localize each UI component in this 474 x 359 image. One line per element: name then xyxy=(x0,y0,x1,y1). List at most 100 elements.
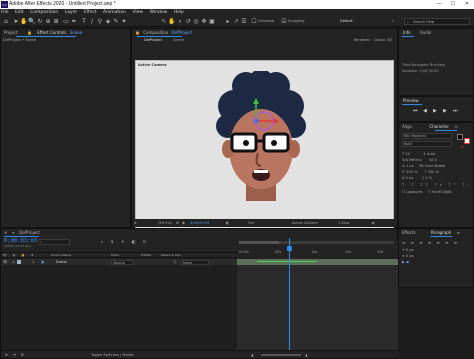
zoom-level[interactable]: (50.9%) xyxy=(158,219,172,227)
timeline-zoom-slider[interactable] xyxy=(261,354,301,356)
maximize-button[interactable]: ☐ xyxy=(446,0,460,9)
hand-tool-icon[interactable]: ✋ xyxy=(20,18,28,26)
rotate-tool-icon[interactable]: ↻ xyxy=(36,18,44,26)
time-ruler[interactable]: 0:00s 05s 10s 15s 20s xyxy=(237,238,398,258)
timeline-switch-icons[interactable]: ⌕ ↯ ✦ ◧ ⊡ xyxy=(101,239,149,244)
snapshot-icon[interactable]: ◧ xyxy=(226,219,229,227)
subtab-scene[interactable]: Scene xyxy=(173,38,184,42)
text-style-buttons[interactable]: T T TT Tt T¹ T₁ xyxy=(402,182,472,188)
hand-tool-icon-2[interactable]: ✋ xyxy=(168,18,176,26)
lock-icon-timeline[interactable]: ≡ xyxy=(12,230,15,235)
minimize-button[interactable]: — xyxy=(432,0,446,9)
magnifier-icon[interactable]: ⊕ xyxy=(134,219,137,227)
prev-frame-icon[interactable]: ◀ xyxy=(423,108,427,114)
puppet-tool-icon[interactable]: ✦ xyxy=(120,18,128,26)
workspace-menu-icon[interactable]: » xyxy=(392,19,394,23)
work-area-range[interactable] xyxy=(239,241,279,244)
expand-icon[interactable]: ⊞ xyxy=(21,351,24,359)
paragraph-direction-icons[interactable]: ▶ ◀ xyxy=(402,260,409,264)
indent-row[interactable]: ⇥ 0 px xyxy=(402,248,414,252)
type-tool-icon[interactable]: T xyxy=(80,18,88,26)
pointer-tool-icon[interactable]: ▸ xyxy=(224,18,232,26)
grab-tool-icon[interactable]: ☰ xyxy=(240,18,248,26)
pan-behind-tool-icon[interactable]: ⊞ xyxy=(52,18,60,26)
zoom-tool-icon-2[interactable]: ⌕ xyxy=(176,18,184,26)
zoom-in-icon[interactable]: ▲ xyxy=(305,351,308,359)
layer-label-color[interactable] xyxy=(17,260,21,264)
comp-flowchart-icon[interactable]: ⊕ xyxy=(5,351,8,359)
subtab-defproject[interactable]: DefProject xyxy=(144,38,162,42)
selection-tool-icon-2[interactable]: ↖ xyxy=(160,18,168,26)
menu-view[interactable]: View xyxy=(132,10,143,15)
roto-brush-tool-icon[interactable]: ✎ xyxy=(112,18,120,26)
camera-icon[interactable]: ◉ xyxy=(182,219,185,227)
last-frame-icon[interactable]: ⏭ xyxy=(453,108,458,114)
eraser-tool-icon[interactable]: ◈ xyxy=(104,18,112,26)
render-time-icon[interactable]: ◔ xyxy=(13,351,16,359)
panel-menu-icon[interactable]: ≡ xyxy=(454,124,457,129)
space-row[interactable]: ⇟ 0 px xyxy=(402,254,414,258)
resolution-dropdown[interactable]: Full xyxy=(248,219,254,227)
menu-help[interactable]: Help xyxy=(174,10,184,15)
cursor-tool-icon[interactable]: ↗ xyxy=(232,18,240,26)
layer-mode-dropdown[interactable]: Norma xyxy=(111,259,133,265)
zoom-tool-icon[interactable]: 🔍 xyxy=(28,18,36,26)
first-frame-icon[interactable]: ⏮ xyxy=(413,108,418,114)
search-help-box[interactable]: ⌕ Search Help xyxy=(404,18,470,25)
play-icon[interactable]: ▶ xyxy=(433,108,437,114)
work-area-bar[interactable] xyxy=(239,241,394,244)
baseline-row[interactable]: A 0 px ▯ 0 % xyxy=(402,175,472,181)
tab-character[interactable]: Character xyxy=(429,124,449,129)
tab-align[interactable]: Align xyxy=(402,124,412,129)
comp-tab-name[interactable]: DefProject xyxy=(172,30,193,35)
rotation-tool-icon-2[interactable]: ↺ xyxy=(184,18,192,26)
menu-animation[interactable]: Animation xyxy=(103,10,126,15)
close-tab-icon[interactable]: ✕ xyxy=(4,230,7,235)
close-button[interactable]: ✕ xyxy=(460,0,474,9)
ligatures-row[interactable]: ☐ Ligatures ☐ Hindi Digits xyxy=(402,189,472,195)
lock-icon[interactable]: 🔒 xyxy=(27,30,32,35)
grid-icon[interactable]: ⊞ xyxy=(176,219,179,227)
tab-effect-controls[interactable]: Effect Controls xyxy=(37,30,66,35)
orbit-tool-icon[interactable]: ◎ xyxy=(192,18,200,26)
dolly-tool-icon[interactable]: ▣ xyxy=(208,18,216,26)
selection-tool-icon[interactable]: ➤ xyxy=(12,18,20,26)
exposure-icon[interactable]: ◐ xyxy=(372,219,375,227)
menu-composition[interactable]: Composition xyxy=(30,10,58,15)
current-time[interactable]: 0;00;03;03 xyxy=(190,219,209,227)
menu-file[interactable]: File xyxy=(1,10,9,15)
layer-parent-dropdown[interactable]: None xyxy=(181,259,209,265)
clone-tool-icon[interactable]: ⚲ xyxy=(96,18,104,26)
universal-checkbox[interactable]: ☐ xyxy=(250,18,258,26)
comp-tab-label[interactable]: Composition xyxy=(143,30,168,35)
views-dropdown[interactable]: 1 View xyxy=(338,219,350,227)
brush-tool-icon[interactable]: / xyxy=(88,18,96,26)
tab-preview[interactable]: Preview xyxy=(403,98,419,103)
pen-tool-icon[interactable]: ✒ xyxy=(70,18,78,26)
timeline-tab[interactable]: DefProject xyxy=(19,230,40,235)
playhead-handle[interactable] xyxy=(287,246,292,251)
paragraph-menu-icon[interactable]: ≡ xyxy=(457,230,460,235)
font-family-dropdown[interactable]: Bar Moderna xyxy=(402,133,452,139)
tab-effects[interactable]: Effects xyxy=(402,230,416,235)
fill-color-swatch[interactable] xyxy=(457,134,463,140)
no-stroke-icon[interactable]: ⊘ xyxy=(461,145,464,149)
tab-paragraph[interactable]: Paragraph xyxy=(431,230,452,235)
toggle-switches-modes[interactable]: Toggle Switches / Modes xyxy=(91,351,134,359)
menu-edit[interactable]: Edit xyxy=(15,10,24,15)
lock-icon-comp[interactable]: 🔒 xyxy=(135,30,140,35)
alignment-buttons[interactable]: ≡ ≡ ≡ ≡ ≡ ≡ ≡ xyxy=(402,240,459,245)
pan-tool-icon[interactable]: ✥ xyxy=(200,18,208,26)
next-frame-icon[interactable]: ▶ xyxy=(443,108,447,114)
menu-effect[interactable]: Effect xyxy=(84,10,97,15)
menu-layer[interactable]: Layer xyxy=(65,10,78,15)
snapping-checkbox[interactable]: ☑ xyxy=(280,18,288,26)
rectangle-tool-icon[interactable]: ▭ xyxy=(62,18,70,26)
camera-dropdown[interactable]: Active Camera xyxy=(292,219,318,227)
workspace-default[interactable]: Default xyxy=(340,19,353,23)
stroke-color-swatch[interactable] xyxy=(464,138,470,144)
tab-info[interactable]: Info xyxy=(403,30,411,35)
menu-window[interactable]: Window xyxy=(150,10,168,15)
tab-audio[interactable]: Audio xyxy=(420,30,431,35)
comp-canvas[interactable]: Active Camera xyxy=(135,60,394,233)
